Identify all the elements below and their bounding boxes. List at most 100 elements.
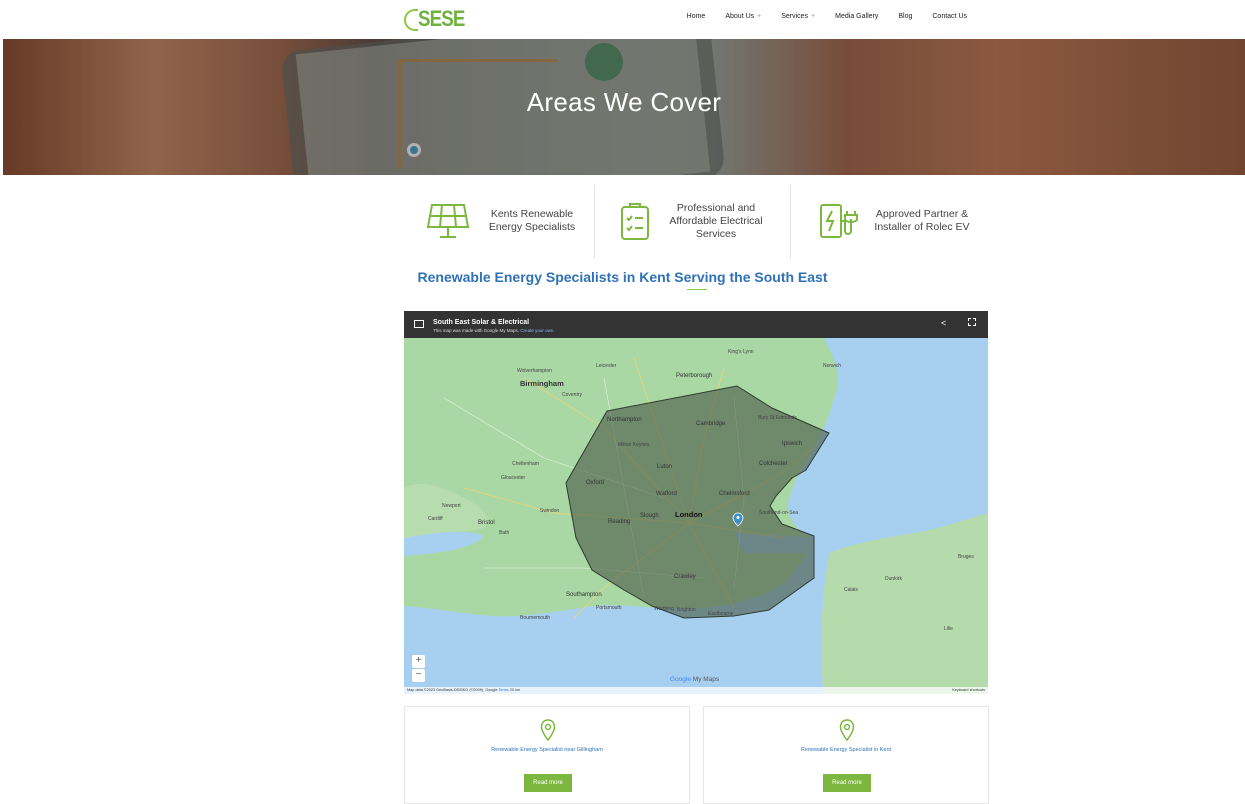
map-label: Leicester xyxy=(596,363,617,369)
nav-label: About Us xyxy=(725,12,755,20)
nav-label: Services xyxy=(781,12,809,20)
nav-item-blog[interactable]: Blog xyxy=(888,13,922,20)
map-label: Slough xyxy=(640,513,659,519)
map-label: Bury St Edmunds xyxy=(758,415,797,421)
ev-charger-icon xyxy=(820,204,858,238)
map-label: Southend-on-Sea xyxy=(759,510,799,516)
map-brand: Google My Maps xyxy=(670,676,719,683)
keyboard-shortcuts-link[interactable]: Keyboard shortcuts xyxy=(952,687,985,694)
map-scale: 20 km xyxy=(509,688,521,692)
map-label: King's Lynn xyxy=(728,349,754,355)
feature-text: Kents Renewable Energy Specialists xyxy=(488,208,576,233)
service-area-card: Renewable Energy Specialist in Kent Read… xyxy=(703,706,989,804)
plus-icon: + xyxy=(811,12,816,20)
feature-item: Approved Partner & Installer of Rolec EV xyxy=(818,183,988,259)
map-label: Calais xyxy=(844,587,858,593)
nav-label: Home xyxy=(686,12,706,20)
create-your-own-link[interactable]: Create your own. xyxy=(520,328,554,333)
logo-text: SESE xyxy=(418,6,465,31)
map-label: Oxford xyxy=(586,480,605,486)
map-label: Newport xyxy=(442,503,461,509)
logo-arc-shape xyxy=(404,9,418,31)
card-title[interactable]: Renewable Energy Specialist in Kent xyxy=(704,747,988,753)
nav-item-media-gallery[interactable]: Media Gallery xyxy=(825,13,888,20)
map-label: London xyxy=(675,510,703,519)
nav-item-services[interactable]: Services + xyxy=(771,13,825,20)
map-label: Cambridge xyxy=(696,421,726,427)
map-label: Watford xyxy=(656,491,677,497)
page-title: Areas We Cover xyxy=(526,87,722,117)
card-title[interactable]: Renewable Energy Specialist near Gilling… xyxy=(405,747,689,753)
feature-text: Professional and Affordable Electrical S… xyxy=(669,201,763,240)
map-title: South East Solar & Electrical xyxy=(433,319,530,326)
map-footer: Map data ©2023 GeoBasis-DE/BKG (©2009), … xyxy=(404,687,988,694)
google-brand: Google xyxy=(670,676,691,683)
map-label: Bruges xyxy=(958,554,974,560)
feature-item: Professional and Affordable Electrical S… xyxy=(618,183,788,259)
map-subtitle-text: This map was made with Google My Maps. xyxy=(433,328,520,333)
nav-label: Blog xyxy=(898,12,913,20)
map-label: Crawley xyxy=(674,574,696,580)
share-icon[interactable]: < xyxy=(941,318,946,328)
hero-banner: Areas We Cover xyxy=(3,39,1245,175)
map-label: Milton Keynes xyxy=(618,442,650,448)
plus-icon: + xyxy=(757,12,762,20)
map-label: Bournemouth xyxy=(520,615,551,621)
map-subtitle: This map was made with Google My Maps. C… xyxy=(433,328,555,333)
map-title-bar: South East Solar & Electrical This map w… xyxy=(404,311,988,338)
map-label: Colchester xyxy=(759,461,788,467)
google-my-maps-embed[interactable]: South East Solar & Electrical This map w… xyxy=(404,311,988,694)
read-more-button[interactable]: Read more xyxy=(823,774,871,792)
map-legend-toggle-icon[interactable] xyxy=(414,320,424,328)
features-row: Kents Renewable Energy Specialists Profe… xyxy=(404,183,988,259)
mymaps-brand: My Maps xyxy=(692,676,720,683)
nav-item-contact-us[interactable]: Contact Us xyxy=(922,13,977,20)
map-label: Worthing xyxy=(654,606,674,612)
terms-link[interactable]: Terms xyxy=(498,688,508,692)
map-label: Southampton xyxy=(566,592,602,598)
nav-item-about-us[interactable]: About Us + xyxy=(715,13,771,20)
map-label: Eastbourne xyxy=(708,611,734,617)
map-label: Cardiff xyxy=(428,516,443,522)
map-label: Ipswich xyxy=(782,441,803,447)
map-pin-icon xyxy=(540,719,556,741)
feature-divider xyxy=(790,185,791,259)
solar-panel-icon xyxy=(426,204,470,238)
map-label: Portsmouth xyxy=(596,605,622,611)
map-label: Northampton xyxy=(607,417,642,423)
nav-label: Media Gallery xyxy=(835,12,879,20)
feature-divider xyxy=(594,185,595,259)
map-label: Cheltenham xyxy=(512,461,539,467)
map-label: Coventry xyxy=(562,392,583,398)
zoom-in-button[interactable]: + xyxy=(412,655,425,668)
map-label: Brighton xyxy=(677,607,696,613)
section-heading: Renewable Energy Specialists in Kent Ser… xyxy=(417,269,828,285)
clipboard-checklist-icon xyxy=(621,203,649,240)
fullscreen-icon[interactable] xyxy=(968,318,976,326)
map-label: Birmingham xyxy=(520,379,564,388)
read-more-button[interactable]: Read more xyxy=(524,774,572,792)
map-label: Bath xyxy=(499,530,510,536)
feature-item: Kents Renewable Energy Specialists xyxy=(424,183,594,259)
map-label: Peterborough xyxy=(676,373,713,379)
map-label: Luton xyxy=(657,464,673,470)
map-label: Dunkirk xyxy=(885,576,902,582)
main-nav: Home About Us + Services + Media Gallery B… xyxy=(677,0,977,32)
nav-label: Contact Us xyxy=(932,12,967,20)
nav-item-home[interactable]: Home xyxy=(677,13,716,20)
map-attribution: Map data ©2023 GeoBasis-DE/BKG (©2009), … xyxy=(407,688,498,692)
map-land-europe xyxy=(821,513,988,694)
site-logo[interactable]: SESE xyxy=(404,5,473,33)
map-pin-icon xyxy=(839,719,855,741)
map-label: Reading xyxy=(608,519,631,525)
map-label: Swindon xyxy=(540,508,560,514)
service-area-card: Renewable Energy Specialist near Gilling… xyxy=(404,706,690,804)
map-label: Gloucester xyxy=(501,475,526,481)
feature-text: Approved Partner & Installer of Rolec EV xyxy=(874,208,970,233)
map-label: Lille xyxy=(944,626,953,632)
heading-underline xyxy=(687,289,707,290)
map-label: Bristol xyxy=(478,520,495,526)
map-label: Wolverhampton xyxy=(517,368,552,374)
map-label: Norwich xyxy=(823,363,842,369)
zoom-out-button[interactable]: − xyxy=(412,669,425,682)
